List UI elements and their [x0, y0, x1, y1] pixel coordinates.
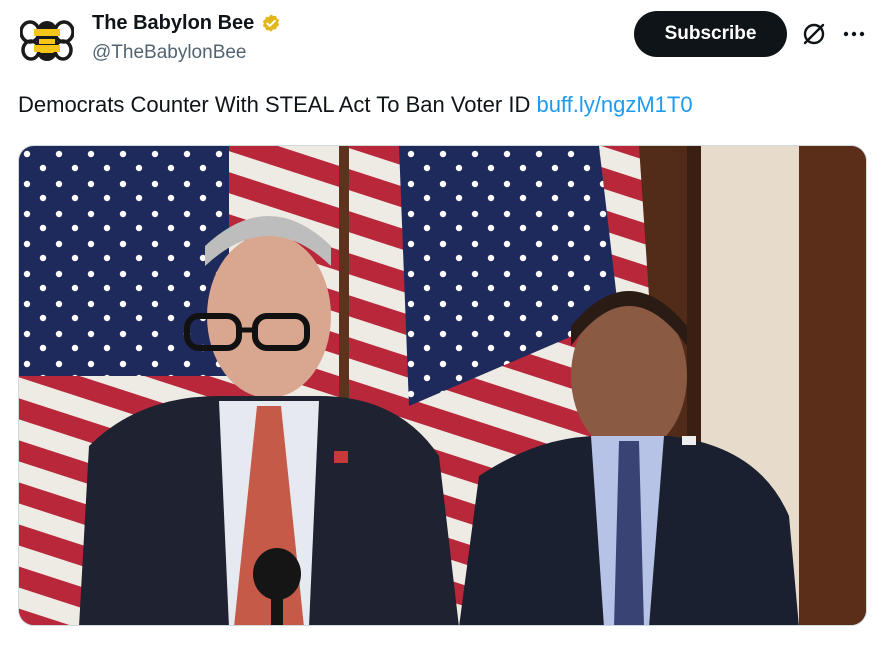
bee-logo-icon	[20, 20, 74, 61]
gold-verified-badge-icon	[263, 13, 280, 32]
tweet-body: Democrats Counter With STEAL Act To Ban …	[18, 92, 537, 117]
account-handle[interactable]: @TheBabylonBee	[92, 42, 247, 64]
tweet-media-image[interactable]	[18, 145, 867, 626]
grok-icon[interactable]	[800, 20, 828, 48]
tweet-text: Democrats Counter With STEAL Act To Ban …	[18, 92, 693, 118]
avatar[interactable]	[18, 12, 76, 70]
account-name-row[interactable]: The Babylon Bee	[92, 12, 282, 35]
subscribe-button[interactable]: Subscribe	[634, 11, 787, 57]
press-conference-photo	[19, 146, 866, 625]
more-options-icon[interactable]	[840, 20, 868, 48]
tweet-link[interactable]: buff.ly/ngzM1T0	[536, 92, 692, 117]
account-name[interactable]: The Babylon Bee	[92, 12, 254, 35]
